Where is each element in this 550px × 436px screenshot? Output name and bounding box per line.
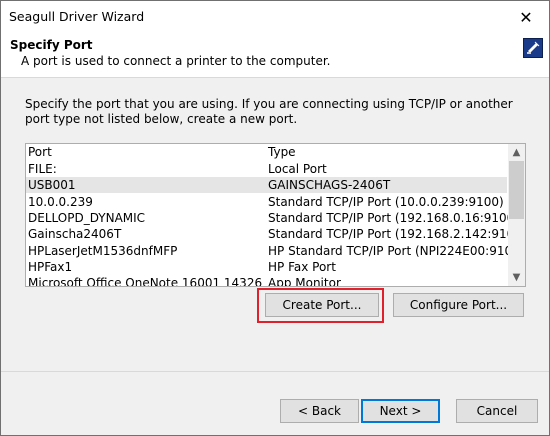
port-list-row[interactable]: FILE: Local Port bbox=[26, 161, 507, 177]
port-name-cell: USB001 bbox=[28, 178, 76, 193]
back-button[interactable]: < Back bbox=[280, 399, 359, 423]
port-name-cell: FILE: bbox=[28, 162, 57, 176]
port-list-row[interactable]: USB001 GAINSCHAGS-2406T bbox=[26, 177, 507, 194]
wizard-icon bbox=[523, 38, 543, 58]
list-header-row: Port Type bbox=[26, 144, 507, 160]
port-type-cell: GAINSCHAGS-2406T bbox=[268, 178, 391, 193]
port-name-cell: Microsoft Office OneNote 16001 14326 21.… bbox=[28, 276, 262, 287]
list-scrollbar[interactable]: ▲ ▼ bbox=[508, 144, 525, 286]
port-list-row[interactable]: DELLOPD_DYNAMIC Standard TCP/IP Port (192… bbox=[26, 210, 519, 226]
instructions-text: Specify the port that you are using. If … bbox=[25, 97, 513, 126]
port-type-cell: Standard TCP/IP Port (10.0.0.239:9100) bbox=[268, 194, 504, 209]
port-list-row[interactable]: 10.0.0.239 Standard TCP/IP Port (10.0.0.2… bbox=[26, 194, 507, 210]
port-type-cell: App Monitor bbox=[268, 276, 341, 287]
title-bar: Seagull Driver Wizard ✕ bbox=[1, 1, 549, 33]
scroll-down-icon[interactable]: ▼ bbox=[508, 269, 525, 286]
footer-separator bbox=[1, 371, 549, 372]
close-icon[interactable]: ✕ bbox=[503, 1, 549, 33]
configure-port-button[interactable]: Configure Port... bbox=[393, 293, 524, 317]
port-type-cell: Standard TCP/IP Port (192.168.0.16:9100) bbox=[268, 210, 519, 225]
port-list-row[interactable]: Microsoft Office OneNote 16001 14326 21.… bbox=[26, 275, 507, 287]
port-type-cell: HP Fax Port bbox=[268, 259, 336, 274]
column-header-port[interactable]: Port bbox=[28, 145, 262, 159]
port-name-cell: HPFax1 bbox=[28, 259, 73, 274]
port-type-cell: HP Standard TCP/IP Port (NPI224E00:9100) bbox=[268, 243, 525, 258]
create-port-highlight bbox=[257, 288, 384, 323]
page-subtitle: A port is used to connect a printer to t… bbox=[21, 54, 331, 68]
port-name-cell: HPLaserJetM1536dnfMFP bbox=[28, 243, 178, 258]
port-list-row[interactable]: Gainscha2406T Standard TCP/IP Port (192.1… bbox=[26, 226, 525, 242]
port-type-cell: Local Port bbox=[268, 162, 327, 176]
port-type-cell: Standard TCP/IP Port (192.168.2.142:9100… bbox=[268, 227, 526, 242]
port-list-row[interactable]: HPLaserJetM1536dnfMFP HP Standard TCP/IP … bbox=[26, 243, 524, 259]
port-name-cell: DELLOPD_DYNAMIC bbox=[28, 210, 146, 225]
port-name-cell: 10.0.0.239 bbox=[28, 194, 93, 209]
port-listbox[interactable]: Port Type FILE: Local Port USB001 GAINSCHAG… bbox=[25, 143, 526, 287]
scrollbar-thumb[interactable] bbox=[509, 161, 524, 219]
cancel-button[interactable]: Cancel bbox=[456, 399, 538, 423]
port-name-cell: Gainscha2406T bbox=[28, 227, 122, 242]
column-header-type[interactable]: Type bbox=[268, 145, 296, 159]
wizard-header: Specify Port A port is used to connect a… bbox=[1, 33, 549, 78]
wizard-window: Seagull Driver Wizard ✕ Specify Port A p… bbox=[0, 0, 550, 436]
port-list-row[interactable]: HPFax1 HP Fax Port bbox=[26, 259, 507, 275]
page-title: Specify Port bbox=[10, 38, 93, 52]
scroll-up-icon[interactable]: ▲ bbox=[508, 144, 525, 161]
window-title: Seagull Driver Wizard bbox=[9, 9, 145, 24]
next-button[interactable]: Next > bbox=[361, 399, 440, 423]
